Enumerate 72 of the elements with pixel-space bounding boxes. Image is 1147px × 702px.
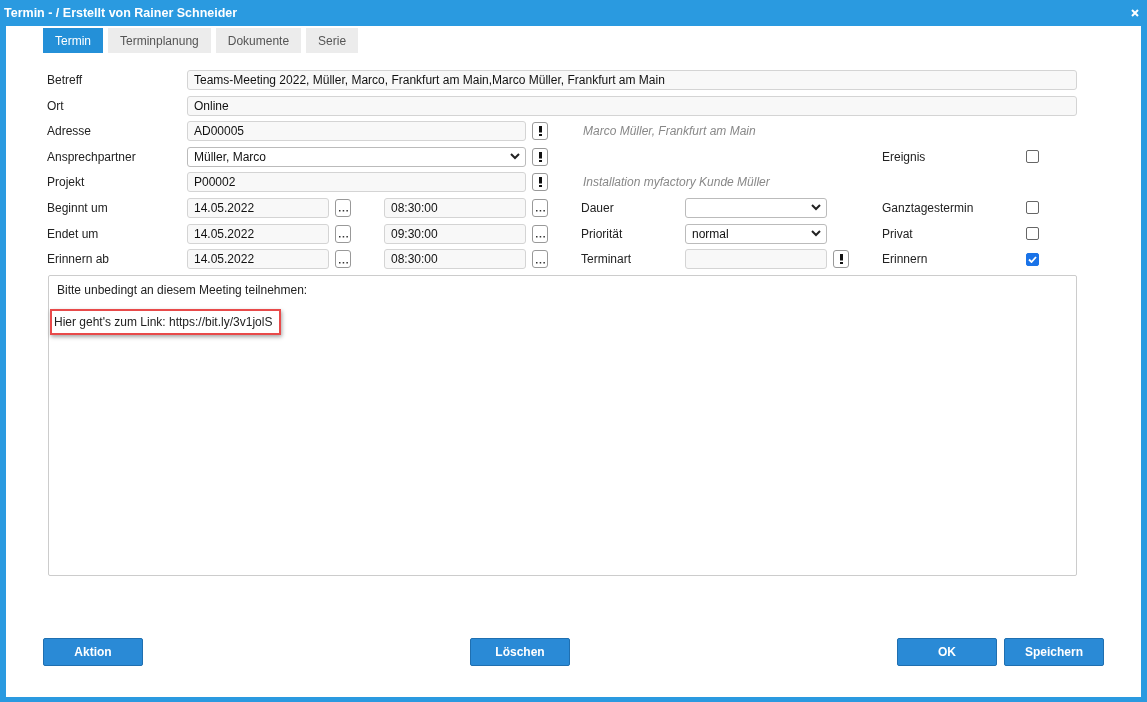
dots-icon [535, 236, 545, 239]
action-button[interactable]: Speichern [1004, 638, 1104, 666]
field-label: Betreff [47, 73, 84, 87]
checkbox[interactable] [1026, 150, 1039, 164]
notes-field[interactable]: Bitte unbedingt an diesem Meeting teilnehmen: Hier geht's zum Link: https://bit.ly/3v1jolS [48, 275, 1077, 577]
chevron-down-icon [510, 153, 520, 161]
picker-button[interactable] [532, 224, 548, 243]
close-button[interactable] [1131, 9, 1139, 17]
field-label: Projekt [47, 175, 86, 190]
dropdown-field[interactable]: Müller, Marco [187, 146, 526, 167]
lookup-button[interactable] [532, 122, 548, 141]
field-label: Priorität [581, 226, 624, 241]
input-field[interactable]: Online [187, 95, 1077, 116]
tab[interactable]: Dokumente [215, 28, 302, 53]
field-label: Privat [882, 226, 914, 241]
input-field[interactable]: 14.05.2022 [187, 197, 329, 218]
highlighted-text: Hier geht's zum Link: https://bit.ly/3v1jolS [50, 309, 282, 336]
dropdown-field[interactable]: normal [685, 223, 827, 244]
lookup-button[interactable] [532, 147, 548, 166]
picker-button[interactable] [335, 198, 351, 217]
checkbox[interactable] [1026, 201, 1039, 215]
picker-button[interactable] [335, 224, 351, 243]
field-label: Ganztagestermin [882, 200, 975, 215]
input-field[interactable]: 09:30:00 [384, 223, 526, 244]
info-text: Marco Müller, Frankfurt am Main [582, 124, 757, 139]
dots-icon [338, 236, 348, 239]
field-label: Adresse [47, 124, 93, 139]
exclamation-icon [839, 254, 843, 265]
checkbox[interactable] [1026, 227, 1039, 241]
checkbox[interactable] [1026, 252, 1039, 266]
input-field[interactable]: Teams-Meeting 2022, Müller, Marco, Frankfurt am Main,Marco Müller, Frankfurt am Main [187, 70, 1077, 90]
info-text: Installation myfactory Kunde Müller [582, 175, 771, 190]
chevron-down-icon [811, 204, 821, 212]
picker-button[interactable] [335, 250, 351, 269]
picker-button[interactable] [532, 250, 548, 269]
field-label: Dauer [581, 200, 615, 215]
field-label: Ereignis [882, 149, 927, 164]
action-button[interactable]: Löschen [470, 638, 570, 666]
field-label: Ansprechpartner [47, 149, 137, 164]
window-title: Termin - / Erstellt von Rainer Schneider [4, 6, 238, 20]
input-field[interactable]: AD00005 [187, 121, 526, 142]
dots-icon [535, 210, 545, 213]
chevron-down-icon [811, 230, 821, 238]
input-field[interactable] [685, 249, 827, 270]
dropdown-field[interactable] [685, 197, 827, 218]
input-field[interactable]: 08:30:00 [384, 197, 526, 218]
field-label: Erinnern [882, 252, 929, 267]
action-button[interactable]: OK [897, 638, 997, 666]
tab[interactable]: Serie [306, 28, 359, 53]
close-icon [1131, 9, 1139, 17]
exclamation-icon [538, 177, 542, 188]
lookup-button[interactable] [833, 250, 849, 269]
input-field[interactable]: 14.05.2022 [187, 249, 329, 270]
field-label: Erinnern ab [47, 252, 111, 267]
action-button[interactable]: Aktion [43, 638, 143, 666]
dots-icon [535, 261, 545, 264]
field-label: Beginnt um [47, 200, 109, 215]
field-label: Terminart [581, 252, 632, 267]
note-text: Bitte unbedingt an diesem Meeting teilnehmen: [56, 282, 309, 300]
input-field[interactable]: 08:30:00 [384, 249, 526, 270]
field-label: Ort [47, 98, 65, 113]
input-field[interactable]: 14.05.2022 [187, 223, 329, 244]
picker-button[interactable] [532, 198, 548, 217]
tab[interactable]: Terminplanung [108, 28, 211, 53]
dots-icon [338, 210, 348, 213]
lookup-button[interactable] [532, 173, 548, 192]
input-field[interactable]: P00002 [187, 172, 526, 193]
checkmark-icon [1028, 255, 1037, 263]
exclamation-icon [538, 126, 542, 137]
field-label: Endet um [47, 226, 100, 241]
dots-icon [338, 261, 348, 264]
exclamation-icon [538, 151, 542, 162]
